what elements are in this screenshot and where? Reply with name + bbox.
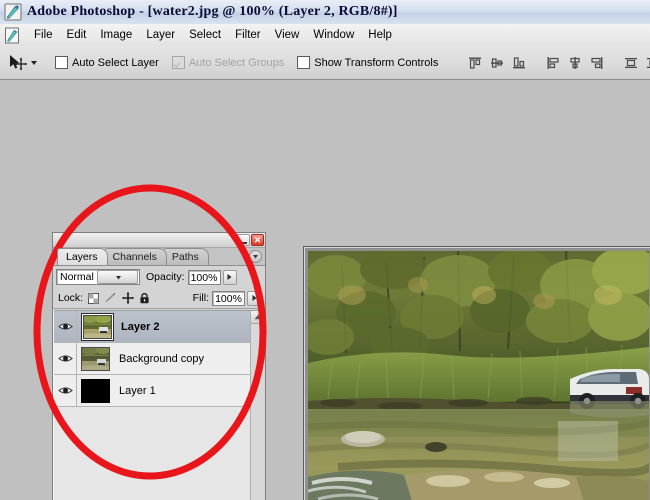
lock-label: Lock: (58, 292, 84, 304)
distribute-vertical-centers-icon[interactable] (643, 53, 650, 73)
window-titlebar: Adobe Photoshop - [water2.jpg @ 100% (La… (0, 0, 650, 25)
menu-item-edit[interactable]: Edit (60, 27, 94, 43)
menu-item-filter[interactable]: Filter (228, 27, 268, 43)
auto-select-layer-checkbox[interactable]: Auto Select Layer (55, 56, 159, 69)
tab-layers[interactable]: Layers (57, 248, 108, 265)
align-bottom-edges-icon[interactable] (509, 53, 529, 73)
move-tool-icon[interactable] (7, 51, 27, 75)
checkbox-box (171, 56, 185, 69)
chevron-down-icon[interactable] (96, 270, 138, 284)
auto-select-groups-checkbox: Auto Select Groups (171, 56, 285, 69)
palette-titlebar[interactable]: ✕ (53, 233, 265, 248)
tab-channels[interactable]: Channels (103, 248, 167, 265)
image-canvas[interactable] (308, 251, 649, 500)
layer-thumbnail[interactable] (81, 378, 110, 403)
close-icon[interactable]: ✕ (251, 234, 264, 246)
align-vertical-centers-icon[interactable] (487, 53, 507, 73)
scroll-up-icon[interactable] (251, 311, 264, 324)
checkbox-box[interactable] (55, 56, 68, 69)
lock-transparent-pixels-icon[interactable] (86, 291, 101, 305)
window-title: Adobe Photoshop - [water2.jpg @ 100% (La… (27, 4, 398, 19)
auto-select-groups-label: Auto Select Groups (188, 56, 285, 69)
table-row[interactable]: Background copy (54, 343, 264, 375)
fill-label: Fill: (192, 292, 209, 304)
align-left-edges-icon[interactable] (543, 53, 563, 73)
show-transform-controls-label: Show Transform Controls (314, 56, 439, 69)
menu-bar: File Edit Image Layer Select Filter View… (0, 24, 650, 47)
eye-icon (57, 355, 73, 362)
layers-scrollbar[interactable] (250, 311, 264, 500)
blend-mode-row: Normal Opacity: 100% (53, 266, 265, 288)
layer-name[interactable]: Layer 2 (121, 321, 160, 333)
menu-item-help[interactable]: Help (361, 27, 399, 43)
palette-tabs: Layers Channels Paths (53, 248, 265, 266)
checkbox-box[interactable] (297, 56, 311, 69)
align-sides-group (543, 53, 607, 73)
auto-select-layer-label: Auto Select Layer (72, 56, 159, 69)
eye-icon (57, 323, 73, 330)
document-window[interactable] (303, 246, 650, 500)
layer-visibility-toggle[interactable] (54, 311, 77, 342)
opacity-label: Opacity: (146, 271, 185, 283)
creek-with-parked-car-photo (308, 251, 649, 500)
layer-thumbnail[interactable] (83, 314, 112, 339)
layer-name[interactable]: Layer 1 (119, 385, 156, 397)
lock-row: Lock: Fill: 100% (53, 288, 265, 309)
fill-slider-arrow-icon[interactable] (247, 290, 261, 306)
table-row[interactable]: Layer 1 (54, 375, 264, 407)
align-top-edges-icon[interactable] (465, 53, 485, 73)
minimize-icon[interactable] (237, 234, 250, 246)
lock-all-icon[interactable] (137, 291, 152, 305)
menu-item-layer[interactable]: Layer (139, 27, 182, 43)
document-feather-icon (4, 27, 21, 44)
table-row[interactable]: Layer 2 (54, 311, 264, 343)
layer-visibility-toggle[interactable] (54, 343, 77, 374)
opacity-input[interactable]: 100% (187, 269, 221, 285)
tab-paths[interactable]: Paths (162, 248, 209, 265)
palette-menu-icon[interactable] (249, 250, 262, 263)
layer-name[interactable]: Background copy (119, 353, 204, 365)
layers-palette[interactable]: ✕ Layers Channels Paths Normal Opacity: … (52, 232, 266, 500)
blend-mode-value: Normal (60, 271, 94, 283)
tool-preset-chevron-down-icon[interactable] (31, 60, 37, 65)
layers-list[interactable]: Layer 2 Background copy Layer 1 (54, 310, 264, 500)
align-edges-group (465, 53, 529, 73)
align-right-edges-icon[interactable] (587, 53, 607, 73)
lock-image-pixels-icon[interactable] (103, 291, 118, 305)
layer-thumbnail[interactable] (81, 346, 110, 371)
fill-input[interactable]: 100% (212, 290, 245, 306)
menu-item-select[interactable]: Select (182, 27, 228, 43)
menu-item-image[interactable]: Image (93, 27, 139, 43)
opacity-slider-arrow-icon[interactable] (222, 269, 237, 285)
tool-options-bar: Auto Select Layer Auto Select Groups Sho… (0, 46, 650, 80)
distribute-top-edges-icon[interactable] (621, 53, 641, 73)
menu-item-window[interactable]: Window (306, 27, 361, 43)
distribute-group (621, 53, 650, 73)
layer-visibility-toggle[interactable] (54, 375, 77, 406)
show-transform-controls-checkbox[interactable]: Show Transform Controls (297, 56, 438, 69)
eye-icon (57, 387, 73, 394)
menu-item-file[interactable]: File (27, 27, 60, 43)
lock-position-icon[interactable] (120, 291, 135, 305)
align-horizontal-centers-icon[interactable] (565, 53, 585, 73)
blend-mode-select[interactable]: Normal (56, 269, 140, 285)
photoshop-feather-icon (4, 3, 22, 21)
photoshop-window: Adobe Photoshop - [water2.jpg @ 100% (La… (0, 0, 650, 500)
menu-item-view[interactable]: View (268, 27, 307, 43)
